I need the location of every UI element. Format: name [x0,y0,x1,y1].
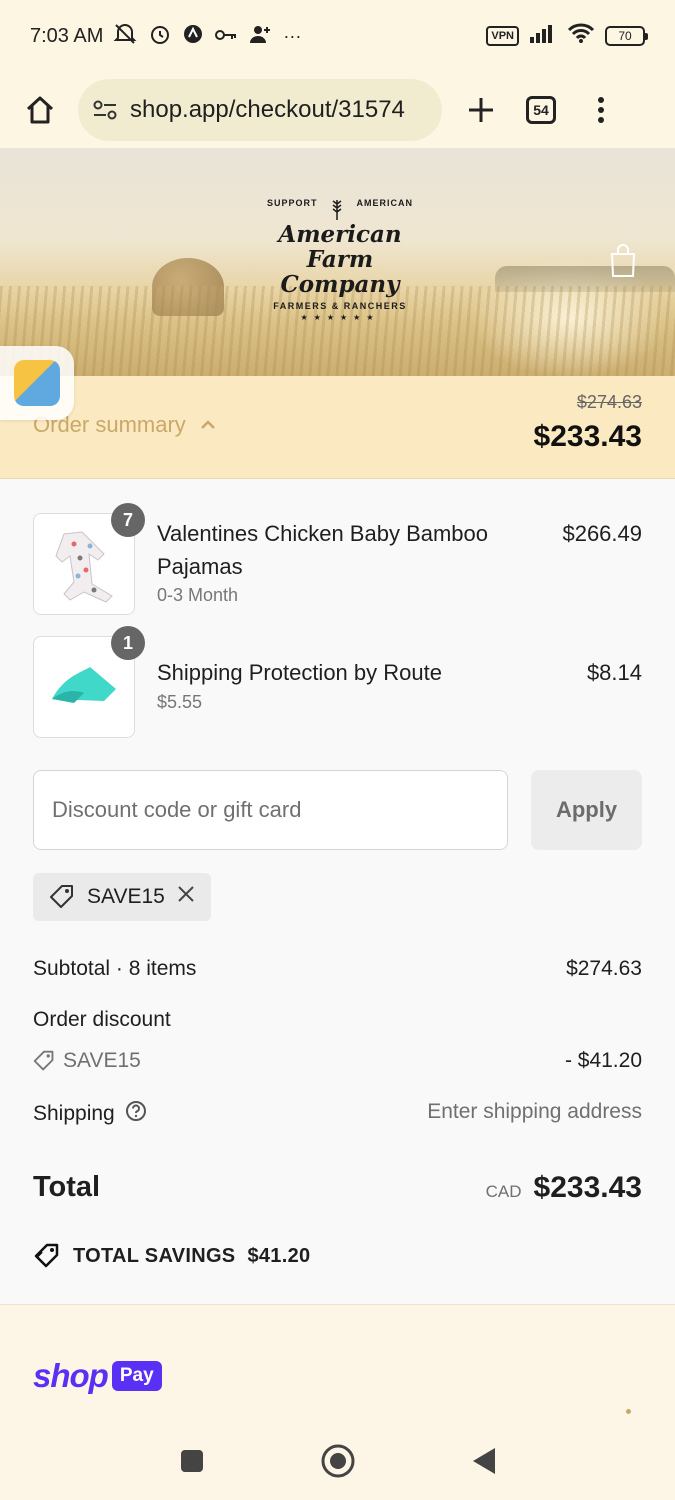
site-settings-icon[interactable] [92,99,118,121]
total-label: Total [33,1171,101,1203]
order-summary-bar[interactable]: Order summary $274.63 $233.43 [0,376,675,479]
help-circle-icon [125,1101,146,1121]
logo-stars: ★★★★★★ [300,313,380,322]
key-icon [215,26,237,47]
quantity-badge: 7 [111,503,145,537]
square-icon [180,1450,203,1472]
product-price: $8.14 [586,660,642,685]
new-tab-button[interactable] [460,89,502,131]
wifi-icon [567,22,595,50]
tab-switcher-button[interactable]: 54 [520,89,562,131]
tag-icon [50,885,73,908]
logo-text-line1: American [278,221,402,248]
discount-value: - $41.20 [564,1049,642,1072]
app-notification-icon [183,24,203,49]
more-vert-icon [598,97,604,123]
store-logo[interactable]: SUPPORT AMERICAN American Farm Company F… [255,198,425,322]
logo-text-american: AMERICAN [356,198,413,208]
shipping-info-button[interactable] [125,1100,147,1128]
total-value: $233.43 [533,1171,642,1204]
back-button[interactable] [466,1443,502,1479]
vpn-badge: VPN [486,26,519,46]
subtotal-value: $274.63 [566,957,642,980]
signal-icon [529,23,557,49]
close-icon [178,886,194,902]
wheat-icon [330,198,344,222]
line-item: 7 Valentines Chicken Baby Bamboo Pajamas… [33,503,642,623]
tag-icon [33,1050,54,1071]
shipping-value: Enter shipping address [427,1100,642,1123]
summary-total-price: $233.43 [533,420,642,453]
discount-code-label: SAVE15 [63,1049,141,1072]
discount-code-row: SAVE15 - $41.20 [33,1049,642,1073]
apply-discount-button[interactable]: Apply [531,770,642,850]
total-savings: TOTAL SAVINGS $41.20 [33,1243,310,1269]
subtotal-row: Subtotal · 8 items $274.63 [33,957,642,981]
product-unit-price: $5.55 [157,692,203,712]
more-notifications-icon: ··· [283,25,302,46]
savings-label: TOTAL SAVINGS [73,1244,236,1267]
savings-tag-icon [34,1243,59,1268]
order-details: 7 Valentines Chicken Baby Bamboo Pajamas… [0,479,675,1304]
system-navigation-bar [0,1422,675,1500]
applied-discount-chip: SAVE15 [33,873,211,921]
shop-pay-section: shop Pay [0,1304,675,1422]
product-name: Valentines Chicken Baby Bamboo Pajamas [157,521,489,579]
original-price: $274.63 [576,392,642,412]
discount-code-input[interactable] [33,770,508,850]
chevron-up-icon [200,420,215,429]
shipping-row: Shipping Enter shipping address [33,1100,642,1128]
logo-text-line2: Farm Company [280,246,400,298]
remove-discount-button[interactable] [177,885,195,909]
recents-button[interactable] [174,1443,210,1479]
product-price: $266.49 [562,521,642,546]
subtotal-label: Subtotal · 8 items [33,957,197,980]
battery-indicator: 70 [605,26,648,46]
status-dot [626,1409,631,1414]
mute-icon [113,23,137,50]
order-discount-row: Order discount [33,1008,642,1032]
alarm-icon [149,23,171,50]
discount-form: Apply [33,770,642,850]
shop-pay-logo: shop Pay [33,1357,162,1395]
status-time: 7:03 AM [30,24,104,47]
cart-button[interactable] [609,244,637,278]
logo-text-sub: FARMERS & RANCHERS [273,301,407,311]
product-name: Shipping Protection by Route [157,660,442,685]
url-text: shop.app/checkout/31574 [130,96,405,123]
savings-value: $41.20 [247,1244,311,1267]
total-row: Total CAD $233.43 [33,1171,642,1204]
pay-badge: Pay [111,1361,162,1391]
person-add-icon [249,24,271,49]
currency-code: CAD [485,1182,522,1201]
shopping-bag-icon [610,244,636,277]
quantity-badge: 1 [111,626,145,660]
home-button[interactable] [20,90,60,130]
browser-menu-button[interactable] [580,89,622,131]
status-bar: 7:03 AM ··· VPN 70 [0,0,675,72]
back-triangle-icon [472,1448,495,1474]
floating-app-bubble[interactable] [0,346,74,420]
order-discount-label: Order discount [33,1008,171,1031]
shipping-label: Shipping [33,1102,115,1125]
home-icon [26,96,54,124]
product-variant: 0-3 Month [157,585,239,605]
circle-home-icon [321,1444,354,1478]
browser-toolbar: shop.app/checkout/31574 54 [0,72,675,148]
plus-icon [469,98,493,122]
logo-text-support: SUPPORT [267,198,318,208]
tab-count: 54 [526,96,556,124]
address-bar[interactable]: shop.app/checkout/31574 [78,79,442,141]
store-banner: SUPPORT AMERICAN American Farm Company F… [0,148,675,376]
app-bubble-icon [14,360,60,406]
home-nav-button[interactable] [320,1443,356,1479]
applied-code-label: SAVE15 [87,885,165,908]
line-item: 1 Shipping Protection by Route $5.55 $8.… [33,626,642,740]
shop-wordmark: shop [33,1357,109,1394]
